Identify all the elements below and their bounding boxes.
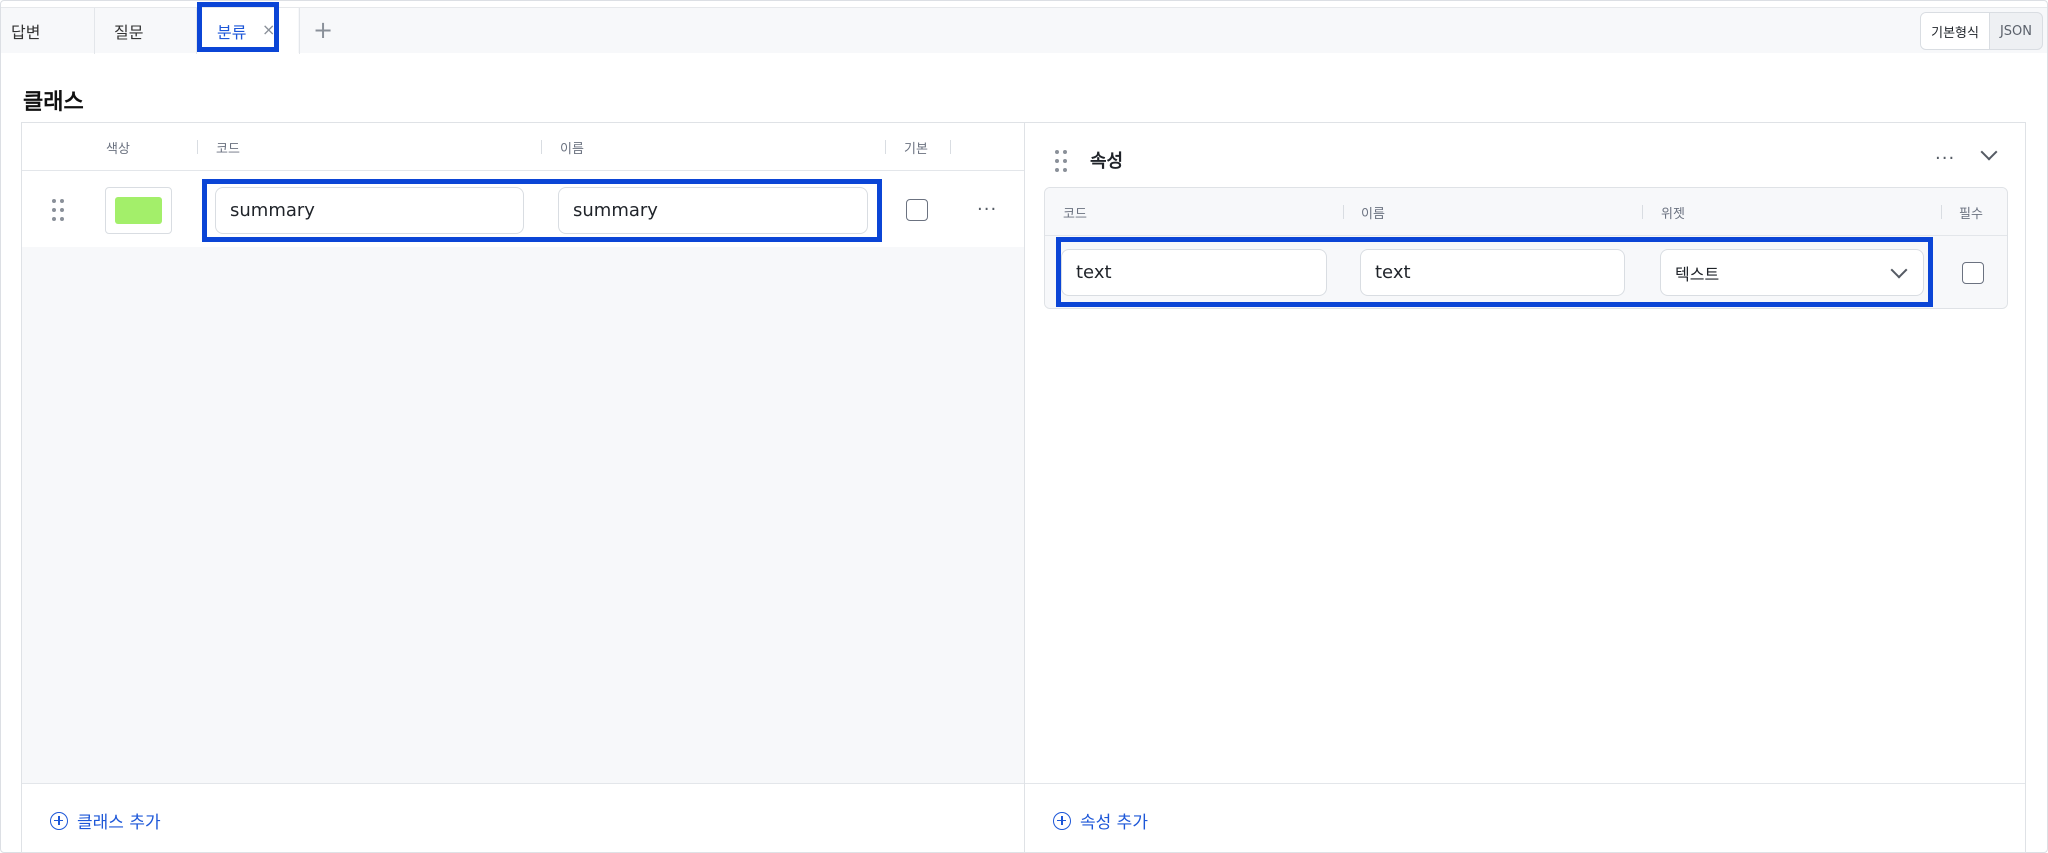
column-header-code: 코드 <box>216 141 240 157</box>
attribute-name-input[interactable]: text <box>1360 249 1625 296</box>
tab-classification[interactable]: 분류 × <box>197 8 298 54</box>
column-divider <box>885 140 886 154</box>
attribute-table: 코드 이름 위젯 필수 text text 텍스트 <box>1044 187 2008 309</box>
section-title: 속성 <box>1090 151 1124 172</box>
column-divider <box>1343 205 1344 219</box>
tab-bar: 답변 질문 분류 × + 기본형식 JSON <box>1 7 2047 54</box>
column-header-default: 기본 <box>904 141 928 157</box>
add-attribute-button[interactable]: 속성 추가 <box>1053 808 1148 833</box>
attribute-code-input[interactable]: text <box>1061 249 1327 296</box>
required-checkbox[interactable] <box>1962 262 1984 284</box>
drag-handle-icon[interactable] <box>52 199 64 221</box>
column-header-color: 색상 <box>106 141 130 157</box>
class-name-input[interactable]: summary <box>558 187 868 234</box>
tab-answer[interactable]: 답변 <box>11 8 93 54</box>
color-picker[interactable] <box>105 187 172 234</box>
attribute-table-header: 코드 이름 위젯 필수 <box>1045 188 2007 236</box>
chevron-down-icon[interactable] <box>1980 143 1998 161</box>
table-row: summary summary ··· <box>22 171 1024 247</box>
class-panel: 색상 코드 이름 기본 summary summary ··· 클래스 추가 <box>21 122 1025 853</box>
column-header-code: 코드 <box>1063 206 1087 222</box>
widget-select[interactable]: 텍스트 <box>1660 249 1924 296</box>
column-divider <box>1642 205 1643 219</box>
column-divider <box>1941 205 1942 219</box>
tab-divider <box>299 8 300 54</box>
column-header-required: 필수 <box>1959 206 1983 222</box>
column-header-name: 이름 <box>560 141 584 157</box>
page-title: 클래스 <box>23 90 84 115</box>
class-table-header: 색상 코드 이름 기본 <box>22 123 1024 171</box>
plus-circle-icon <box>1053 811 1071 830</box>
column-divider <box>541 140 542 154</box>
view-mode-basic[interactable]: 기본형식 <box>1921 13 1990 49</box>
tab-question[interactable]: 질문 <box>95 8 195 54</box>
plus-icon[interactable]: + <box>313 18 333 42</box>
drag-handle-icon[interactable] <box>1055 150 1067 172</box>
tab-label: 분류 <box>217 23 247 42</box>
class-panel-footer: 클래스 추가 <box>22 783 1025 852</box>
view-mode-toggle: 기본형식 JSON <box>1920 12 2043 50</box>
add-class-button[interactable]: 클래스 추가 <box>50 808 161 833</box>
column-divider <box>197 140 198 154</box>
attribute-panel-footer: 속성 추가 <box>1025 783 2025 852</box>
column-divider <box>950 140 951 154</box>
add-attribute-label: 속성 추가 <box>1080 813 1148 833</box>
more-horizontal-icon[interactable]: ··· <box>1935 150 1955 168</box>
column-header-widget: 위젯 <box>1661 206 1685 222</box>
close-icon[interactable]: × <box>262 22 275 38</box>
color-swatch <box>115 197 162 224</box>
plus-circle-icon <box>50 811 68 830</box>
add-class-label: 클래스 추가 <box>77 813 161 833</box>
tab-label: 답변 <box>11 23 41 42</box>
attribute-section-header: 속성 ··· <box>1025 123 2025 189</box>
column-header-name: 이름 <box>1361 206 1385 222</box>
more-horizontal-icon[interactable]: ··· <box>977 201 997 219</box>
table-row: text text 텍스트 <box>1045 236 2007 308</box>
widget-select-value: 텍스트 <box>1675 264 1720 284</box>
attribute-panel: 속성 ··· 코드 이름 위젯 필수 text text 텍스트 속성 추가 <box>1024 122 2026 853</box>
chevron-down-icon <box>1890 261 1908 279</box>
class-code-input[interactable]: summary <box>215 187 524 234</box>
default-checkbox[interactable] <box>906 199 928 221</box>
tab-label: 질문 <box>114 23 144 42</box>
class-list: 색상 코드 이름 기본 summary summary ··· <box>22 123 1024 785</box>
view-mode-json[interactable]: JSON <box>1990 13 2042 49</box>
